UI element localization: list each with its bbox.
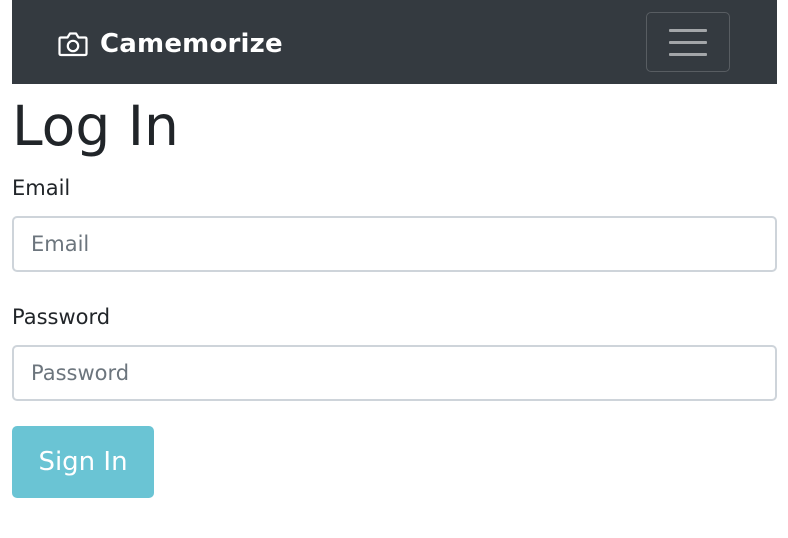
- camera-icon: [58, 31, 88, 57]
- email-label: Email: [12, 176, 71, 200]
- brand-name: Camemorize: [100, 29, 283, 59]
- password-label: Password: [12, 305, 111, 329]
- top-navbar: Camemorize: [12, 0, 777, 84]
- navbar-toggle-button[interactable]: [646, 12, 730, 72]
- email-input[interactable]: [12, 216, 777, 272]
- page-title: Log In: [12, 94, 179, 158]
- brand-link[interactable]: Camemorize: [58, 26, 283, 62]
- password-input[interactable]: [12, 345, 777, 401]
- sign-in-button[interactable]: Sign In: [12, 426, 154, 498]
